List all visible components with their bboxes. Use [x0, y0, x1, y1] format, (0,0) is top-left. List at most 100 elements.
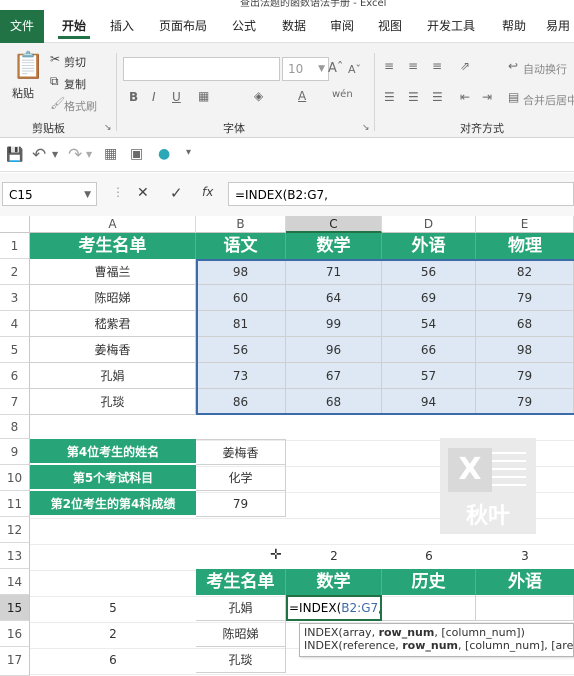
row-header[interactable]: 7 [0, 389, 30, 415]
enter-icon[interactable]: ✓ [170, 184, 183, 202]
formula-input[interactable]: =INDEX(B2:G7, [228, 182, 574, 206]
table-cell[interactable]: 79 [476, 285, 574, 311]
row-header[interactable]: 4 [0, 311, 30, 337]
wrap-text-button[interactable]: 自动换行 [523, 61, 567, 77]
table-cell[interactable]: 6 [382, 543, 476, 569]
table2-header[interactable]: 数学 [286, 569, 382, 595]
row-header[interactable]: 9 [0, 439, 30, 465]
row-header[interactable]: 8 [0, 415, 30, 439]
camera-icon[interactable]: ▣ [130, 146, 143, 162]
table1-header[interactable]: 数学 [286, 233, 382, 259]
table-cell[interactable]: 98 [196, 259, 286, 285]
row-header[interactable]: 15 [0, 595, 30, 621]
tooltip-line[interactable]: INDEX(array, row_num, [column_num]) [304, 626, 569, 639]
align-bottom-icon[interactable]: ≡ [432, 59, 442, 73]
table-cell[interactable]: 67 [286, 363, 382, 389]
table-cell[interactable]: 73 [196, 363, 286, 389]
row-header[interactable]: 16 [0, 621, 30, 647]
increase-font-icon[interactable]: Aˆ [328, 61, 343, 76]
lookup-value[interactable]: 化学 [196, 465, 286, 491]
copy-button[interactable]: 复制 [64, 76, 86, 92]
name-box[interactable]: C15 ▼ [2, 182, 97, 206]
table1-header[interactable]: 物理 [476, 233, 574, 259]
tab-view[interactable]: 视图 [370, 10, 410, 43]
bold-icon[interactable]: B [129, 90, 138, 104]
row-header[interactable]: 14 [0, 569, 30, 595]
tab-accessibility[interactable]: 易用 [542, 10, 574, 43]
table-cell[interactable]: 99 [286, 311, 382, 337]
lookup-label[interactable]: 第4位考生的姓名 [30, 439, 196, 465]
paste-button[interactable]: 粘贴 [12, 85, 34, 101]
orientation-icon[interactable]: ⇗ [460, 59, 470, 73]
table-cell[interactable]: 79 [476, 389, 574, 415]
tab-file[interactable]: 文件 [0, 10, 44, 43]
chevron-down-icon[interactable]: ▼ [52, 150, 58, 159]
form-icon[interactable]: ▦ [104, 146, 117, 162]
row-header[interactable]: 17 [0, 647, 30, 676]
table1-header[interactable]: 语文 [196, 233, 286, 259]
row-header[interactable]: 5 [0, 337, 30, 363]
row-header[interactable]: 1 [0, 233, 30, 259]
tab-home[interactable]: 开始 [52, 10, 96, 43]
table-cell[interactable]: 60 [196, 285, 286, 311]
lookup-label[interactable]: 第5个考试科目 [30, 465, 196, 491]
chevron-down-icon[interactable]: ▼ [86, 150, 92, 159]
table-cell-name[interactable]: 陈昭娣 [30, 285, 196, 311]
phonetic-icon[interactable]: wén [332, 89, 353, 100]
font-color-icon[interactable]: A [298, 89, 306, 103]
table-cell[interactable]: 79 [476, 363, 574, 389]
column-header-b[interactable]: B [196, 216, 286, 233]
font-name-dropdown[interactable] [123, 57, 280, 81]
paste-icon[interactable]: 📋 [12, 51, 44, 81]
customize-qat-icon[interactable]: ▾ [186, 147, 191, 158]
row-header[interactable]: 11 [0, 491, 30, 517]
table2-header[interactable]: 外语 [476, 569, 574, 595]
row-header[interactable]: 10 [0, 465, 30, 491]
table-cell[interactable]: 96 [286, 337, 382, 363]
table-cell-name[interactable]: 孔娟 [30, 363, 196, 389]
table-cell-name[interactable]: 孔娟 [196, 595, 286, 621]
font-size-dropdown[interactable]: 10 ▼ [282, 57, 329, 81]
table-cell[interactable]: 68 [476, 311, 574, 337]
table-cell[interactable] [382, 595, 476, 621]
format-painter-button[interactable]: 格式刷 [64, 98, 97, 114]
column-header-e[interactable]: E [476, 216, 574, 233]
table-cell[interactable]: 81 [196, 311, 286, 337]
dialog-launcher-icon[interactable]: ↘ [104, 123, 112, 133]
table-cell[interactable]: 98 [476, 337, 574, 363]
table-cell[interactable]: 69 [382, 285, 476, 311]
table-cell[interactable]: 66 [382, 337, 476, 363]
italic-icon[interactable]: I [152, 90, 156, 104]
decrease-font-icon[interactable]: Aˇ [348, 63, 361, 76]
table-cell-name[interactable]: 姜梅香 [30, 337, 196, 363]
table-cell[interactable]: 56 [196, 337, 286, 363]
lookup-value[interactable]: 姜梅香 [196, 439, 286, 465]
dialog-launcher-icon[interactable]: ↘ [362, 123, 370, 133]
active-cell-editor[interactable]: =INDEX(B2:G7, [286, 595, 382, 621]
table1-header[interactable]: 考生名单 [30, 233, 196, 259]
underline-icon[interactable]: U [172, 90, 181, 104]
insert-function-icon[interactable]: fx [202, 185, 213, 199]
table2-header[interactable]: 历史 [382, 569, 476, 595]
table-cell[interactable]: 71 [286, 259, 382, 285]
lookup-label[interactable]: 第2位考生的第4科成绩 [30, 491, 196, 517]
column-header-d[interactable]: D [382, 216, 476, 233]
table-cell-name[interactable]: 嵇紫君 [30, 311, 196, 337]
table2-header[interactable]: 考生名单 [196, 569, 286, 595]
select-all-corner[interactable] [0, 216, 30, 233]
table-cell[interactable]: 57 [382, 363, 476, 389]
align-center-icon[interactable]: ☰ [408, 90, 419, 104]
table-cell-name[interactable]: 曹福兰 [30, 259, 196, 285]
table-cell-name[interactable]: 孔琰 [30, 389, 196, 415]
record-icon[interactable]: ● [158, 146, 170, 162]
table-cell[interactable]: 68 [286, 389, 382, 415]
table-cell[interactable]: 2 [286, 543, 382, 569]
tab-formulas[interactable]: 公式 [224, 10, 264, 43]
table-cell[interactable]: 2 [30, 621, 196, 647]
tab-developer[interactable]: 开发工具 [420, 10, 482, 43]
tab-review[interactable]: 审阅 [322, 10, 362, 43]
row-header[interactable]: 2 [0, 259, 30, 285]
cut-button[interactable]: 剪切 [64, 54, 86, 70]
table-cell[interactable]: 5 [30, 595, 196, 621]
increase-indent-icon[interactable]: ⇥ [482, 90, 492, 104]
